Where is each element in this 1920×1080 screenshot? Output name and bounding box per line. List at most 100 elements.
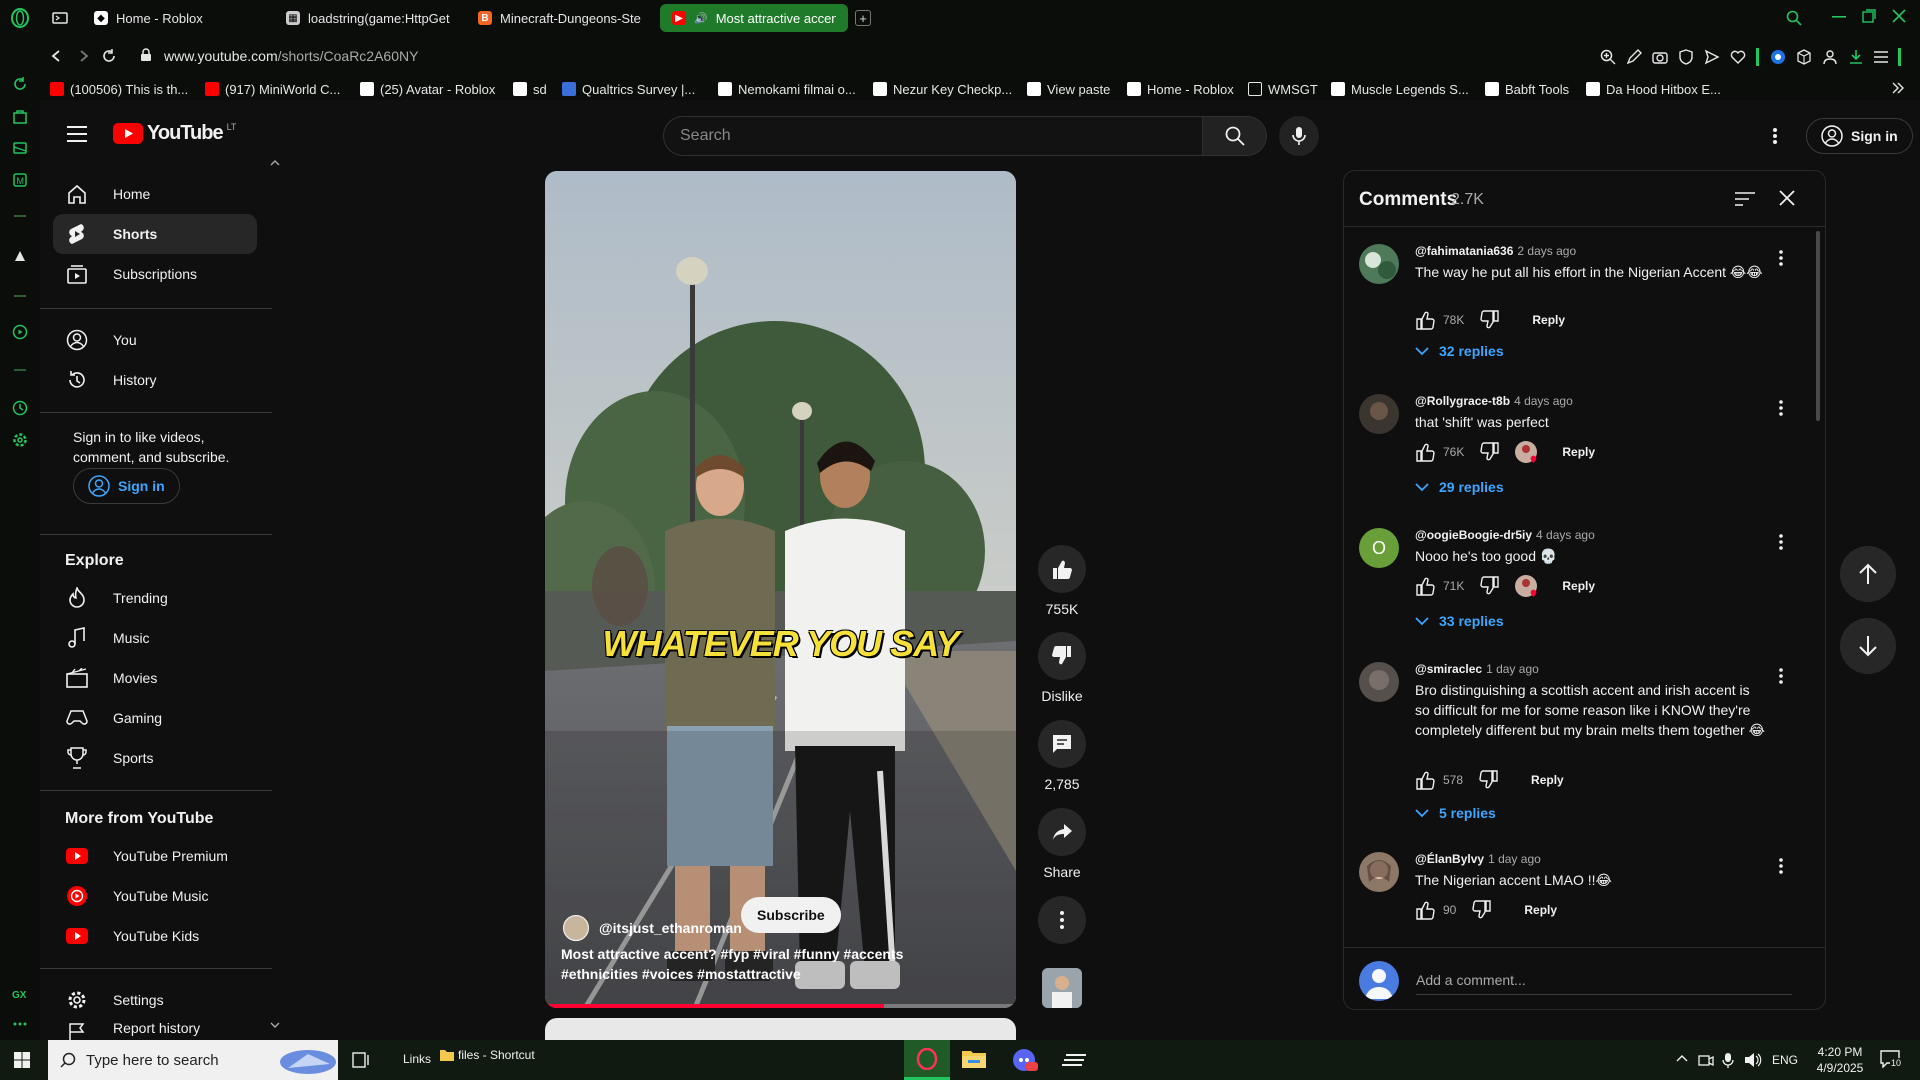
sidebar-scroll-down-icon[interactable] <box>270 1022 280 1028</box>
comment-author[interactable]: @fahimatania636 2 days ago <box>1415 244 1576 258</box>
channel-handle[interactable]: @itsjust_ethanroman <box>599 920 742 936</box>
menu-icon[interactable] <box>1874 51 1888 63</box>
camera-icon[interactable] <box>1652 49 1668 65</box>
language-indicator[interactable]: ENG <box>1772 1053 1798 1067</box>
more-dots-icon[interactable] <box>10 1014 30 1034</box>
minimize-icon[interactable] <box>1832 16 1846 18</box>
sidebar-item-youtube-premium[interactable]: YouTube Premium <box>53 836 257 876</box>
meet-now-icon[interactable] <box>1698 1052 1714 1068</box>
share-button[interactable]: Share <box>1026 808 1098 880</box>
sidebar-item-history[interactable]: History <box>53 360 257 400</box>
more-actions-button[interactable] <box>1026 896 1098 944</box>
dislike-button[interactable]: Dislike <box>1026 632 1098 704</box>
short-video-player[interactable]: WHATEVER YOU SAY @itsjust_ethanroman Sub… <box>545 171 1016 1008</box>
voice-search-button[interactable] <box>1279 116 1319 156</box>
hamburger-menu-icon[interactable] <box>67 126 87 142</box>
taskbar-opera-gx[interactable] <box>904 1040 950 1080</box>
commenter-avatar[interactable] <box>1359 852 1399 892</box>
back-icon[interactable] <box>50 49 64 63</box>
view-replies-button[interactable]: 29 replies <box>1415 479 1504 495</box>
sidebar-item-home[interactable]: Home <box>53 174 257 214</box>
player-icon[interactable] <box>10 322 30 342</box>
shield-icon[interactable] <box>1678 49 1694 65</box>
search-input[interactable]: Search <box>663 116 1203 156</box>
sort-comments-icon[interactable] <box>1735 191 1755 207</box>
view-replies-button[interactable]: 33 replies <box>1415 613 1504 629</box>
edit-page-icon[interactable] <box>1626 49 1642 65</box>
clock-icon[interactable] <box>10 398 30 418</box>
task-view-icon[interactable] <box>352 1052 370 1068</box>
wallet-icon[interactable] <box>10 138 30 158</box>
reload-icon[interactable] <box>102 49 116 63</box>
refresh-icon[interactable] <box>10 74 30 94</box>
bookmark-item[interactable]: Qualtrics Survey |... <box>562 80 695 98</box>
sidebar-item-trending[interactable]: Trending <box>53 578 257 618</box>
next-short-preview[interactable] <box>545 1018 1016 1040</box>
view-replies-button[interactable]: 32 replies <box>1415 343 1504 359</box>
bookmark-item[interactable]: Da Hood Hitbox E... <box>1586 80 1721 98</box>
reply-button[interactable]: Reply <box>1562 445 1595 459</box>
comment-handle[interactable]: @ÉlanBylvy <box>1415 852 1484 866</box>
show-hidden-icons[interactable] <box>1676 1054 1688 1062</box>
tab-minecraft-dungeons[interactable]: B Minecraft-Dungeons-Ste <box>466 4 654 32</box>
links-toolbar[interactable]: Links <box>403 1052 431 1066</box>
comment-author[interactable]: @ÉlanBylvy 1 day ago <box>1415 852 1541 866</box>
commenter-avatar[interactable]: O <box>1359 528 1399 568</box>
bookmark-item[interactable]: (25) Avatar - Roblox <box>360 80 495 98</box>
add-comment-input[interactable]: Add a comment... <box>1416 972 1792 995</box>
comment-more-icon[interactable] <box>1779 400 1783 416</box>
pin-icon[interactable] <box>10 246 30 266</box>
sidebar-item-settings[interactable]: Settings <box>53 980 257 1020</box>
view-replies-button[interactable]: 5 replies <box>1415 805 1496 821</box>
settings-gear-icon[interactable] <box>10 430 30 450</box>
bookmarks-overflow-icon[interactable] <box>1892 82 1904 94</box>
sidebar-item-report-history[interactable]: Report history <box>53 1020 257 1040</box>
sidebar-item-you[interactable]: You <box>53 320 257 360</box>
extension-blue-icon[interactable] <box>1770 49 1786 65</box>
bookmark-item[interactable]: (917) MiniWorld C... <box>205 80 340 98</box>
comment-handle[interactable]: @fahimatania636 <box>1415 244 1513 258</box>
subscribe-button[interactable]: Subscribe <box>741 897 841 933</box>
tab-roblox-home[interactable]: ◆ Home - Roblox <box>82 4 270 32</box>
like-outline-icon[interactable] <box>1415 310 1435 330</box>
url-field[interactable]: www.youtube.com/shorts/CoaRc2A60NY <box>164 48 418 64</box>
sound-thumbnail[interactable] <box>1042 968 1082 1008</box>
windows-start-icon[interactable] <box>14 1052 30 1068</box>
commenter-avatar[interactable] <box>1359 394 1399 434</box>
comment-handle[interactable]: @Rollygrace-t8b <box>1415 394 1510 408</box>
comments-scrollbar[interactable] <box>1816 231 1820 421</box>
comment-time[interactable]: 1 day ago <box>1486 662 1539 676</box>
previous-short-button[interactable] <box>1840 546 1896 602</box>
dislike-outline-icon[interactable] <box>1480 442 1500 462</box>
new-tab-button[interactable]: + <box>855 10 871 26</box>
reply-button[interactable]: Reply <box>1562 579 1595 593</box>
like-outline-icon[interactable] <box>1415 442 1435 462</box>
settings-more-icon[interactable] <box>1773 128 1777 144</box>
comment-author[interactable]: @smiraclec 1 day ago <box>1415 662 1539 676</box>
bookmark-item[interactable]: sd <box>513 80 547 98</box>
short-channel-info[interactable]: @itsjust_ethanroman <box>563 915 742 941</box>
sidebar-sign-in-button[interactable]: Sign in <box>73 468 180 504</box>
microphone-icon[interactable] <box>1722 1052 1734 1068</box>
like-outline-icon[interactable] <box>1415 770 1435 790</box>
download-icon[interactable] <box>1848 49 1864 65</box>
short-description[interactable]: Most attractive accent? #fyp #viral #fun… <box>561 944 981 984</box>
sidebar-item-youtube-music[interactable]: YouTube Music <box>53 876 257 916</box>
sidebar-item-movies[interactable]: Movies <box>53 658 257 698</box>
heart-icon[interactable] <box>1730 49 1746 65</box>
maximize-icon[interactable] <box>1862 9 1876 23</box>
profile-icon[interactable] <box>1822 49 1838 65</box>
comment-author[interactable]: @oogieBoogie-dr5iy 4 days ago <box>1415 528 1595 542</box>
comment-handle[interactable]: @oogieBoogie-dr5iy <box>1415 528 1532 542</box>
tab-youtube-short[interactable]: ▶ 🔊 Most attractive accent <box>660 4 848 32</box>
notification-center[interactable]: 10 <box>1880 1050 1904 1072</box>
sidebar-item-shorts[interactable]: Shorts <box>53 214 257 254</box>
dislike-outline-icon[interactable] <box>1480 310 1500 330</box>
sidebar-item-music[interactable]: Music <box>53 618 257 658</box>
cube-icon[interactable] <box>1796 49 1812 65</box>
next-short-button[interactable] <box>1840 618 1896 674</box>
like-outline-icon[interactable] <box>1415 900 1435 920</box>
reply-button[interactable]: Reply <box>1524 903 1557 917</box>
taskbar-search-input[interactable]: Type here to search <box>48 1040 338 1080</box>
bookmark-item[interactable]: View paste <box>1027 80 1110 98</box>
